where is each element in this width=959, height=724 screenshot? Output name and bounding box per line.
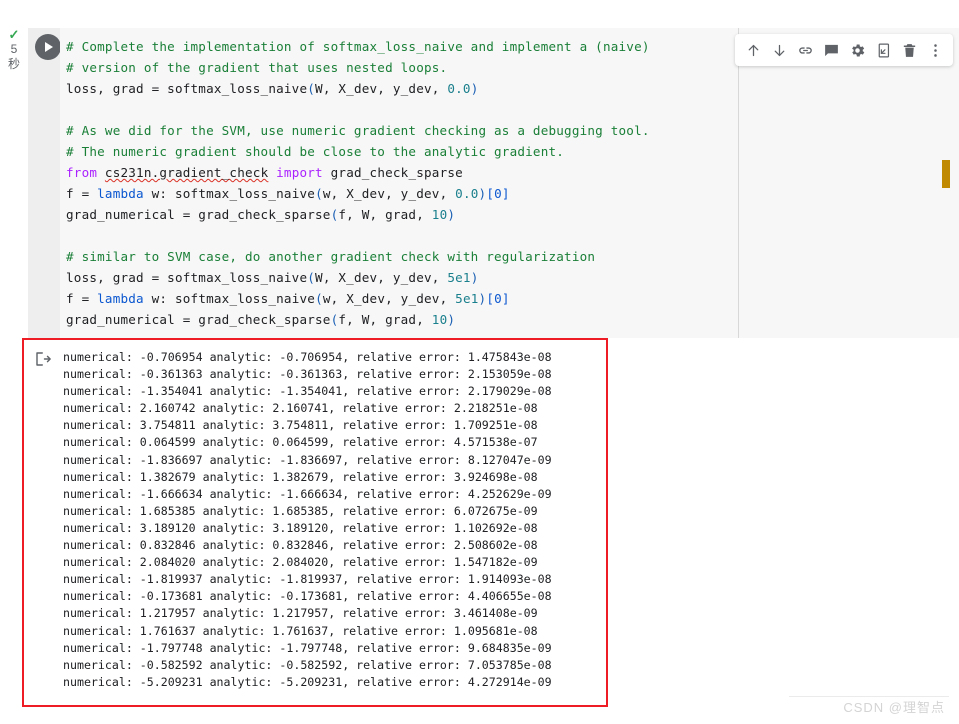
play-icon xyxy=(45,42,53,52)
output-line: numerical: -0.173681 analytic: -0.173681… xyxy=(63,589,552,604)
cell-toolbar xyxy=(735,34,953,66)
csdn-watermark: CSDN @理智点 xyxy=(843,700,945,715)
output-line: numerical: 2.084020 analytic: 2.084020, … xyxy=(63,555,538,570)
output-line: numerical: 1.685385 analytic: 1.685385, … xyxy=(63,503,538,518)
run-duration-unit: 秒 xyxy=(7,57,20,71)
output-line: numerical: 3.189120 analytic: 3.189120, … xyxy=(63,520,538,535)
code-editor-right-pane xyxy=(738,28,959,338)
output-line: numerical: -1.354041 analytic: -1.354041… xyxy=(63,384,552,399)
more-options-icon[interactable] xyxy=(923,38,947,62)
cell-run-status: ✓ 5 秒 xyxy=(0,28,28,72)
output-line: numerical: 2.160742 analytic: 2.160741, … xyxy=(63,401,538,416)
output-line: numerical: -0.582592 analytic: -0.582592… xyxy=(63,657,552,672)
output-line: numerical: -0.706954 analytic: -0.706954… xyxy=(63,350,552,364)
code-text[interactable]: # Complete the implementation of softmax… xyxy=(60,28,738,330)
output-line: numerical: -1.797748 analytic: -1.797748… xyxy=(63,640,552,655)
output-stream-icon xyxy=(34,350,52,368)
run-cell-button[interactable] xyxy=(35,34,61,60)
move-cell-down-icon[interactable] xyxy=(767,38,791,62)
mirror-cell-icon[interactable] xyxy=(871,38,895,62)
output-line: numerical: 1.382679 analytic: 1.382679, … xyxy=(63,469,538,484)
run-duration-value: 5 xyxy=(10,42,18,56)
output-line: numerical: -1.666634 analytic: -1.666634… xyxy=(63,486,552,501)
link-to-cell-icon[interactable] xyxy=(793,38,817,62)
delete-cell-icon[interactable] xyxy=(897,38,921,62)
notebook-page: ✓ 5 秒 # Complete the implementation of s… xyxy=(0,0,959,724)
output-line: numerical: -1.819937 analytic: -1.819937… xyxy=(63,572,552,587)
output-text: numerical: -0.706954 analytic: -0.706954… xyxy=(24,340,606,691)
output-line: numerical: -5.209231 analytic: -5.209231… xyxy=(63,674,552,689)
output-line: numerical: 1.217957 analytic: 1.217957, … xyxy=(63,606,538,621)
output-line: numerical: 0.064599 analytic: 0.064599, … xyxy=(63,435,538,450)
cell-settings-gear-icon[interactable] xyxy=(845,38,869,62)
move-cell-up-icon[interactable] xyxy=(741,38,765,62)
cell-output-region: numerical: -0.706954 analytic: -0.706954… xyxy=(22,338,608,707)
orange-scroll-marker xyxy=(942,160,950,188)
add-comment-icon[interactable] xyxy=(819,38,843,62)
output-line: numerical: -0.361363 analytic: -0.361363… xyxy=(63,367,552,382)
code-editor[interactable]: # Complete the implementation of softmax… xyxy=(60,28,738,338)
output-line: numerical: 3.754811 analytic: 3.754811, … xyxy=(63,418,538,433)
code-cell: # Complete the implementation of softmax… xyxy=(28,28,959,338)
output-line: numerical: 0.832846 analytic: 0.832846, … xyxy=(63,538,538,553)
output-line: numerical: -1.836697 analytic: -1.836697… xyxy=(63,452,552,467)
run-success-check-icon: ✓ xyxy=(8,27,20,42)
cell-gutter xyxy=(28,28,61,338)
output-line: numerical: 1.761637 analytic: 1.761637, … xyxy=(63,623,538,638)
